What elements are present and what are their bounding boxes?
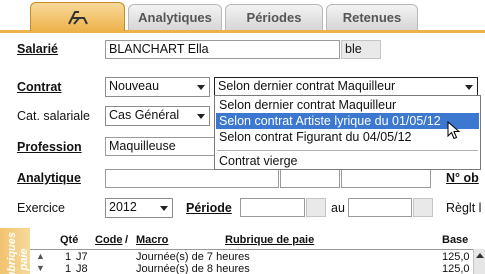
contrat-type-select[interactable]: Nouveau [105, 77, 210, 97]
numero-objet-label: N° ob [446, 171, 479, 185]
cell-rubrique: Journée(s) de 8 heures [136, 263, 250, 274]
contrat-source-value: Selon dernier contrat Maquilleur [218, 79, 396, 93]
dropdown-option[interactable]: Contrat vierge [216, 153, 479, 169]
periode-label: Période [186, 201, 232, 215]
exercice-select[interactable]: 2012 [105, 198, 173, 218]
salarie-name-field[interactable]: BLANCHART Ella [105, 40, 340, 59]
contrat-label: Contrat [17, 80, 62, 94]
exercice-value: 2012 [109, 200, 137, 214]
grid-side-label: Rubriques de paie [6, 232, 30, 274]
periode-start-field[interactable] [240, 198, 305, 217]
deck-chair-icon [67, 11, 88, 25]
contrat-source-dropdown: Selon dernier contrat Maquilleur Selon c… [214, 95, 481, 170]
cat-salariale-value: Cas Général [109, 108, 180, 122]
profession-field[interactable]: Maquilleuse [105, 137, 217, 156]
analytique-field-3[interactable] [341, 169, 431, 188]
header-code: Code [95, 234, 123, 246]
cell-base: 125,0 [442, 251, 470, 263]
tab-retenues[interactable]: Retenues [326, 4, 418, 30]
exercice-label: Exercice [17, 201, 65, 215]
tab-retenues-label: Retenues [342, 10, 402, 25]
table-row[interactable]: ▲ 1 J7 Journée(s) de 7 heures 125,0 [30, 251, 485, 263]
cell-base: 125,0 [442, 263, 470, 274]
periode-start-calendar-button[interactable] [306, 198, 326, 217]
tab-strip: Analytiques Périodes Retenues [0, 0, 485, 31]
header-code-macro-separator: / [125, 234, 129, 246]
analytique-field-1[interactable] [105, 169, 279, 188]
contrat-source-select[interactable]: Selon dernier contrat Maquilleur [214, 77, 478, 97]
tab-analytiques[interactable]: Analytiques [128, 4, 222, 30]
periode-au-label: au [331, 201, 345, 215]
profession-label: Profession [17, 140, 82, 154]
header-macro: Macro [136, 234, 169, 246]
analytique-field-2[interactable] [280, 169, 340, 188]
chevron-down-icon [197, 85, 205, 90]
dropdown-option-selected[interactable]: Selon contrat Artiste lyrique du 01/05/1… [216, 113, 479, 129]
analytique-label: Analytique [17, 171, 81, 185]
dropdown-option[interactable]: Selon contrat Figurant du 04/05/12 [216, 129, 479, 145]
grid-scrollbar[interactable] [473, 249, 485, 274]
cell-rubrique: Journée(s) de 7 heures [136, 251, 250, 263]
table-row[interactable]: ▼ 1 J8 Journée(s) de 8 heures 125,0 [30, 263, 485, 274]
mouse-pointer-icon [447, 121, 461, 140]
header-base: Base [442, 234, 469, 246]
tab-periodes-label: Périodes [246, 10, 302, 25]
periode-end-field[interactable] [348, 198, 412, 217]
grid-body: ▲ 1 J7 Journée(s) de 7 heures 125,0 ▼ 1 … [30, 249, 485, 274]
reglement-label: Règlt l [446, 201, 482, 215]
cell-qte: 1 [65, 251, 72, 263]
chevron-down-icon [465, 85, 473, 90]
tab-main[interactable] [30, 2, 125, 31]
tab-analytiques-label: Analytiques [138, 10, 212, 25]
dropdown-separator [217, 150, 478, 151]
cell-code: J7 [76, 251, 88, 263]
chevron-down-icon [160, 206, 168, 211]
cell-qte: 1 [65, 263, 72, 274]
cat-salariale-label: Cat. salariale [17, 109, 90, 123]
row-move-icon[interactable]: ▲ [36, 251, 45, 261]
periode-end-calendar-button[interactable] [413, 198, 433, 217]
scroll-up-arrow-icon[interactable] [476, 253, 484, 258]
header-rubrique: Rubrique de paie [225, 234, 315, 246]
salarie-suffix-field: ble [341, 40, 381, 59]
cat-salariale-select[interactable]: Cas Général [105, 106, 210, 126]
salarie-label: Salarié [17, 42, 59, 56]
header-qte: Qté [60, 234, 79, 246]
row-move-icon[interactable]: ▼ [36, 263, 45, 273]
tab-periodes[interactable]: Périodes [225, 4, 323, 30]
grid-header: Qté Code / Macro Rubrique de paie Base [30, 231, 485, 249]
dropdown-option[interactable]: Selon dernier contrat Maquilleur [216, 97, 479, 113]
contrat-type-value: Nouveau [109, 79, 160, 93]
chevron-down-icon [197, 114, 205, 119]
cell-code: J8 [76, 263, 88, 274]
